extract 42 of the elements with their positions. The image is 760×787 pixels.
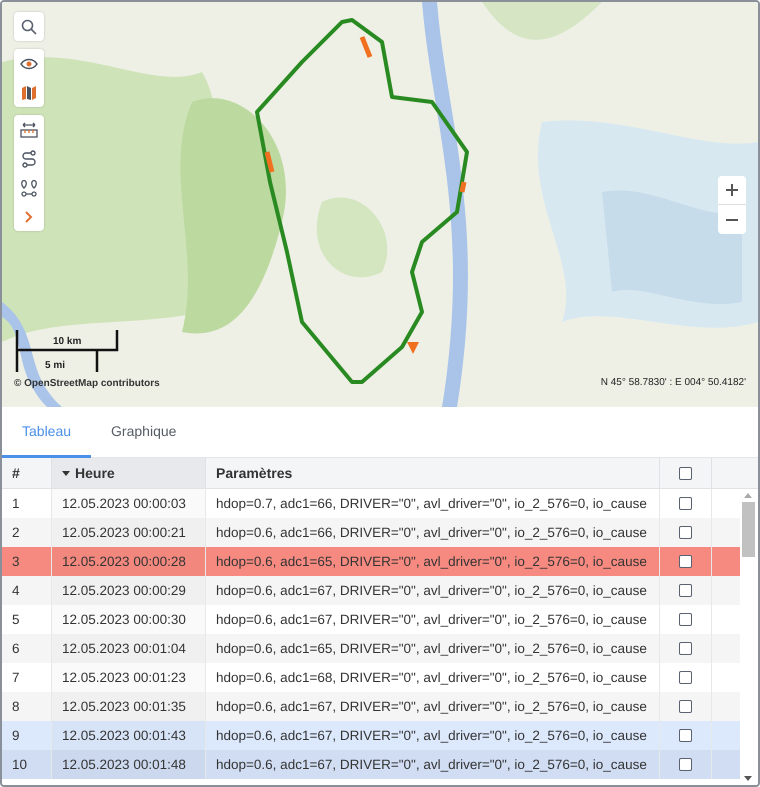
checkbox[interactable] bbox=[679, 671, 692, 684]
table-row[interactable]: 8 12.05.2023 00:01:35 hdop=0.6, adc1=67, DRIVER="0", avl_driver="0", io_2_576=0, io_cause bbox=[2, 692, 740, 721]
table-row[interactable]: 10 12.05.2023 00:01:48 hdop=0.6, adc1=67, DRIVER="0", avl_driver="0", io_2_576=0, io_cause bbox=[2, 750, 740, 779]
minus-icon bbox=[725, 218, 739, 220]
table-row[interactable]: 2 12.05.2023 00:00:21 hdop=0.6, adc1=66, DRIVER="0", avl_driver="0", io_2_576=0, io_cause bbox=[2, 518, 740, 547]
table-cell: 12.05.2023 00:00:03 bbox=[52, 489, 206, 518]
scrollbar-thumb[interactable] bbox=[742, 502, 754, 557]
table-cell: 12.05.2023 00:01:35 bbox=[52, 692, 206, 721]
sort-icon bbox=[62, 470, 70, 476]
tab[interactable]: Graphique bbox=[91, 407, 196, 458]
table-cell: 12.05.2023 00:00:29 bbox=[52, 576, 206, 605]
checkbox[interactable] bbox=[679, 526, 692, 539]
checkbox[interactable] bbox=[679, 555, 692, 568]
table-cell: 12.05.2023 00:00:28 bbox=[52, 547, 206, 576]
checkbox[interactable] bbox=[679, 758, 692, 771]
column-header[interactable]: Heure bbox=[52, 458, 206, 488]
checkbox[interactable] bbox=[679, 613, 692, 626]
coordinates-text: N 45° 58.7830' : E 004° 50.4182' bbox=[600, 377, 746, 388]
table-row[interactable]: 3 12.05.2023 00:00:28 hdop=0.6, adc1=65, DRIVER="0", avl_driver="0", io_2_576=0, io_cause bbox=[2, 547, 740, 576]
table-row[interactable]: 6 12.05.2023 00:01:04 hdop=0.6, adc1=65, DRIVER="0", avl_driver="0", io_2_576=0, io_cause bbox=[2, 634, 740, 663]
table-cell: 12.05.2023 00:00:21 bbox=[52, 518, 206, 547]
table-cell: 10 bbox=[2, 750, 52, 779]
table-row[interactable]: 9 12.05.2023 00:01:43 hdop=0.6, adc1=67, DRIVER="0", avl_driver="0", io_2_576=0, io_cause bbox=[2, 721, 740, 750]
table-cell: 12.05.2023 00:00:30 bbox=[52, 605, 206, 634]
table-cell: 12.05.2023 00:01:43 bbox=[52, 721, 206, 750]
scroll-down-icon[interactable] bbox=[744, 776, 752, 781]
column-header[interactable]: Paramètres bbox=[206, 458, 660, 488]
table-row[interactable]: 4 12.05.2023 00:00:29 hdop=0.6, adc1=67, DRIVER="0", avl_driver="0", io_2_576=0, io_cause bbox=[2, 576, 740, 605]
table-cell: 12.05.2023 00:01:23 bbox=[52, 663, 206, 692]
checkbox[interactable] bbox=[679, 729, 692, 742]
plus-icon bbox=[725, 183, 739, 197]
scale-label: 10 km bbox=[53, 336, 82, 347]
scale-label: 5 mi bbox=[45, 360, 66, 371]
checkbox[interactable] bbox=[679, 700, 692, 713]
table-cell: 12.05.2023 00:01:04 bbox=[52, 634, 206, 663]
checkbox[interactable] bbox=[679, 466, 692, 480]
table-cell: 12.05.2023 00:01:48 bbox=[52, 750, 206, 779]
checkbox[interactable] bbox=[679, 497, 692, 510]
checkbox[interactable] bbox=[679, 642, 692, 655]
attribution-text: © OpenStreetMap contributors bbox=[14, 378, 160, 389]
table-cell: hdop=0.6, adc1=67, DRIVER="0", avl_driver="0", io_2_576=0, io_cause bbox=[206, 750, 660, 779]
checkbox[interactable] bbox=[679, 584, 692, 597]
